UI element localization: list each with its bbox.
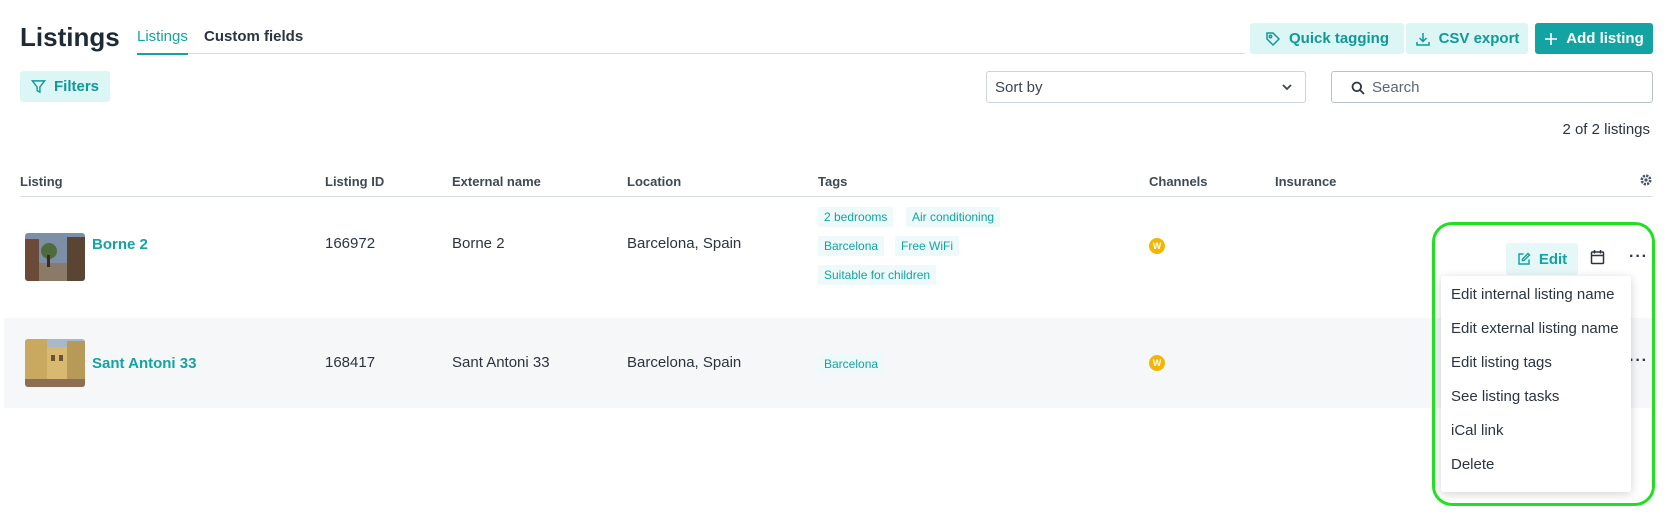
column-header-channels[interactable]: Channels bbox=[1149, 174, 1208, 189]
column-header-external-name[interactable]: External name bbox=[452, 174, 541, 189]
external-name: Sant Antoni 33 bbox=[452, 354, 550, 371]
calendar-icon[interactable] bbox=[1590, 249, 1605, 265]
menu-item-see-tasks[interactable]: See listing tasks bbox=[1451, 388, 1559, 405]
add-listing-label: Add listing bbox=[1566, 30, 1644, 47]
tag-chip[interactable]: Air conditioning bbox=[906, 207, 1001, 227]
add-listing-button[interactable]: Add listing bbox=[1535, 23, 1653, 54]
more-icon[interactable]: ··· bbox=[1629, 248, 1648, 266]
table-row[interactable]: Borne 2 166972 Borne 2 Barcelona, Spain … bbox=[4, 198, 1653, 318]
tag-chip[interactable]: Free WiFi bbox=[895, 236, 959, 256]
external-name: Borne 2 bbox=[452, 235, 505, 252]
column-header-location[interactable]: Location bbox=[627, 174, 681, 189]
more-icon[interactable]: ··· bbox=[1629, 352, 1648, 370]
quick-tagging-label: Quick tagging bbox=[1288, 30, 1389, 47]
gear-icon[interactable] bbox=[1639, 173, 1653, 187]
filters-label: Filters bbox=[53, 78, 99, 95]
sort-by-select[interactable]: Sort by bbox=[986, 71, 1306, 103]
location: Barcelona, Spain bbox=[627, 235, 742, 252]
edit-button[interactable]: Edit bbox=[1506, 243, 1578, 275]
channel-icon: W bbox=[1149, 238, 1165, 254]
csv-export-label: CSV export bbox=[1438, 30, 1520, 47]
menu-item-edit-tags[interactable]: Edit listing tags bbox=[1451, 354, 1552, 371]
table-row[interactable]: Sant Antoni 33 168417 Sant Antoni 33 Bar… bbox=[4, 318, 1653, 408]
menu-item-edit-external-name[interactable]: Edit external listing name bbox=[1451, 320, 1619, 337]
tab-bar: Listings Custom fields bbox=[137, 28, 1245, 55]
channel-icon: W bbox=[1149, 355, 1165, 371]
menu-item-ical-link[interactable]: iCal link bbox=[1451, 422, 1504, 439]
chevron-down-icon bbox=[1282, 84, 1292, 91]
row-actions-menu: Edit internal listing name Edit external… bbox=[1441, 276, 1631, 492]
column-header-tags[interactable]: Tags bbox=[818, 174, 847, 189]
listing-count: 2 of 2 listings bbox=[1562, 121, 1650, 138]
search-box[interactable] bbox=[1331, 71, 1653, 103]
tab-listings[interactable]: Listings bbox=[137, 28, 188, 55]
plus-icon bbox=[1545, 32, 1558, 45]
sort-by-label: Sort by bbox=[995, 79, 1043, 96]
column-header-listing-id[interactable]: Listing ID bbox=[325, 174, 384, 189]
column-header-listing[interactable]: Listing bbox=[20, 174, 63, 189]
search-input[interactable] bbox=[1372, 77, 1642, 97]
listing-thumbnail bbox=[25, 339, 85, 387]
location: Barcelona, Spain bbox=[627, 354, 742, 371]
menu-item-edit-internal-name[interactable]: Edit internal listing name bbox=[1451, 286, 1614, 303]
menu-item-delete[interactable]: Delete bbox=[1451, 456, 1494, 473]
table-header: Listing Listing ID External name Locatio… bbox=[20, 170, 1653, 197]
filters-button[interactable]: Filters bbox=[20, 71, 110, 102]
column-header-insurance[interactable]: Insurance bbox=[1275, 174, 1336, 189]
listing-id: 166972 bbox=[325, 235, 376, 252]
tag-chip[interactable]: Barcelona bbox=[818, 236, 885, 256]
listing-name-link[interactable]: Borne 2 bbox=[92, 236, 148, 253]
search-icon bbox=[1351, 81, 1365, 95]
filter-icon bbox=[30, 80, 46, 94]
listing-name-link[interactable]: Sant Antoni 33 bbox=[92, 355, 196, 372]
tab-custom-fields[interactable]: Custom fields bbox=[204, 28, 303, 53]
tag-chip[interactable]: Suitable for children bbox=[818, 265, 937, 285]
edit-label: Edit bbox=[1538, 250, 1568, 268]
tag-chip[interactable]: Barcelona bbox=[818, 354, 885, 374]
tag-chip[interactable]: 2 bedrooms bbox=[818, 207, 894, 227]
download-icon bbox=[1415, 32, 1430, 46]
csv-export-button[interactable]: CSV export bbox=[1406, 23, 1528, 54]
listing-id: 168417 bbox=[325, 354, 376, 371]
listing-thumbnail bbox=[25, 233, 85, 281]
quick-tagging-button[interactable]: Quick tagging bbox=[1250, 23, 1404, 54]
edit-icon bbox=[1518, 252, 1531, 265]
tag-icon bbox=[1266, 31, 1281, 46]
page-title: Listings bbox=[20, 22, 120, 52]
